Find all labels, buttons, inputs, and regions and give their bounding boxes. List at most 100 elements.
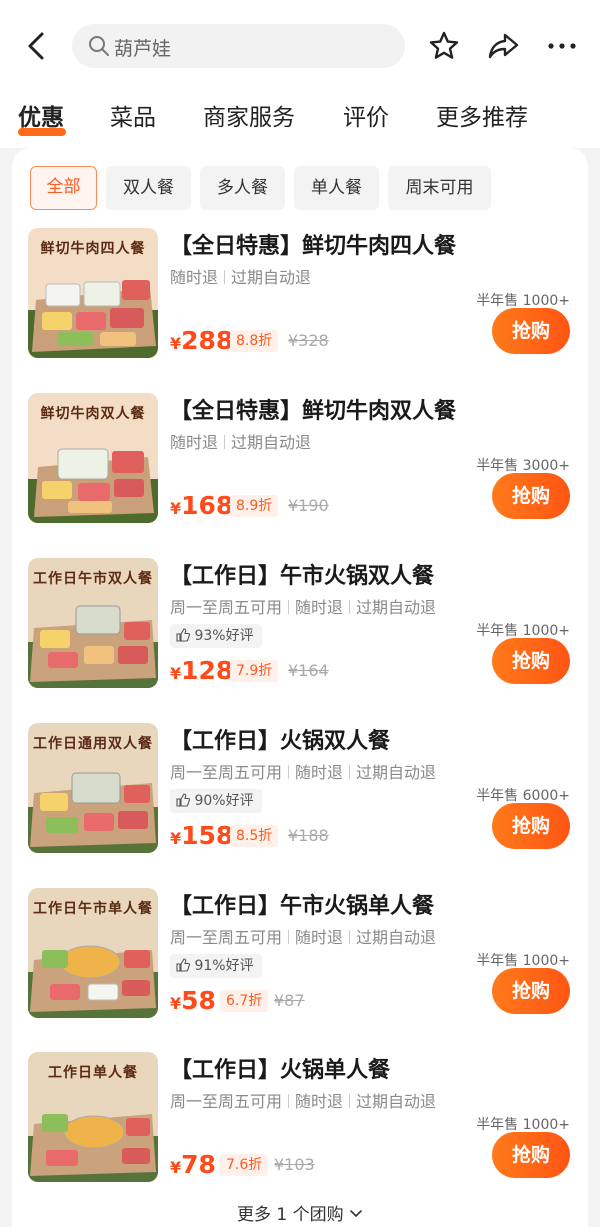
search-icon xyxy=(89,36,109,56)
deal-image: 工作日午市双人餐 xyxy=(28,558,158,688)
deal-discount-badge: 8.9折 xyxy=(230,495,279,517)
deal-original-price: ¥188 xyxy=(288,826,329,845)
deal-rating-badge: 91%好评 xyxy=(170,954,262,978)
deal-item[interactable]: 鲜切牛肉四人餐 【全日特惠】鲜切牛肉四人餐 随时退 过期自动退 半年售 1000+… xyxy=(12,228,588,368)
filter-all[interactable]: 全部 xyxy=(30,166,97,210)
deal-tag: 随时退 xyxy=(295,763,344,782)
buy-button[interactable]: 抢购 xyxy=(492,638,570,684)
favorite-button[interactable] xyxy=(426,28,462,64)
deal-rating-badge: 90%好评 xyxy=(170,789,262,813)
rating-text: 90%好评 xyxy=(194,793,254,809)
deal-discount-badge: 6.7折 xyxy=(220,990,269,1012)
more-deals-label: 更多 1 个团购 xyxy=(236,1205,344,1225)
deal-image: 鲜切牛肉四人餐 xyxy=(28,228,158,358)
tab-reviews[interactable]: 评价 xyxy=(343,98,389,132)
deal-sold-count: 半年售 1000+ xyxy=(476,953,570,969)
deal-image-caption: 工作日通用双人餐 xyxy=(33,736,153,752)
deal-discount-badge: 8.8折 xyxy=(230,330,279,352)
divider xyxy=(224,435,226,449)
buy-button[interactable]: 抢购 xyxy=(492,968,570,1014)
deal-tag: 过期自动退 xyxy=(231,268,312,287)
deal-discount-badge: 7.9折 xyxy=(230,660,279,682)
deal-tag: 过期自动退 xyxy=(356,1092,437,1111)
back-button[interactable] xyxy=(22,28,54,64)
back-arrow-icon xyxy=(28,32,44,60)
deal-sold-count: 半年售 1000+ xyxy=(476,623,570,639)
deal-title: 【工作日】火锅单人餐 xyxy=(170,1058,391,1083)
chevron-down-icon xyxy=(350,1210,362,1218)
deal-price: ¥288 xyxy=(170,326,233,355)
deal-title: 【工作日】午市火锅单人餐 xyxy=(170,894,435,919)
deal-item[interactable]: 工作日午市双人餐 【工作日】午市火锅双人餐 周一至周五可用 随时退 过期自动退 93… xyxy=(12,558,588,698)
thumbs-up-icon xyxy=(176,628,191,642)
deal-title: 【全日特惠】鲜切牛肉双人餐 xyxy=(170,399,457,424)
price-value: 78 xyxy=(181,1150,216,1179)
deal-price: ¥128 xyxy=(170,656,233,685)
price-value: 168 xyxy=(181,491,234,520)
buy-button[interactable]: 抢购 xyxy=(492,1132,570,1178)
filter-two-person[interactable]: 双人餐 xyxy=(106,166,191,210)
divider xyxy=(349,765,351,779)
deal-discount-badge: 8.5折 xyxy=(230,825,279,847)
tab-offers[interactable]: 优惠 xyxy=(18,98,64,132)
deal-item[interactable]: 工作日单人餐 【工作日】火锅单人餐 周一至周五可用 随时退 过期自动退 半年售 10… xyxy=(12,1052,588,1192)
divider xyxy=(288,600,290,614)
deal-original-price: ¥328 xyxy=(288,331,329,350)
deal-tag: 过期自动退 xyxy=(231,433,312,452)
filter-multi-person[interactable]: 多人餐 xyxy=(200,166,285,210)
deal-tags: 周一至周五可用 随时退 过期自动退 xyxy=(170,924,436,948)
buy-button[interactable]: 抢购 xyxy=(492,473,570,519)
deal-image-caption: 鲜切牛肉四人餐 xyxy=(40,241,146,257)
divider xyxy=(349,930,351,944)
deal-price: ¥78 xyxy=(170,1150,216,1179)
share-icon xyxy=(488,33,519,59)
tab-more-recommendations[interactable]: 更多推荐 xyxy=(436,98,528,132)
deal-tag: 过期自动退 xyxy=(356,928,437,947)
search-input[interactable]: 葫芦娃 xyxy=(72,24,405,68)
more-deals-button[interactable]: 更多 1 个团购 xyxy=(12,1200,588,1225)
divider xyxy=(349,600,351,614)
deal-discount-badge: 7.6折 xyxy=(220,1154,269,1176)
tab-merchant-services[interactable]: 商家服务 xyxy=(203,98,295,132)
deal-sold-count: 半年售 6000+ xyxy=(476,788,570,804)
divider xyxy=(288,1094,290,1108)
tab-dishes[interactable]: 菜品 xyxy=(110,98,156,132)
filter-single-person[interactable]: 单人餐 xyxy=(294,166,379,210)
deal-tag: 随时退 xyxy=(170,433,219,452)
deal-sold-count: 半年售 1000+ xyxy=(476,1117,570,1133)
star-icon xyxy=(429,31,459,59)
buy-button[interactable]: 抢购 xyxy=(492,308,570,354)
rating-text: 91%好评 xyxy=(194,958,254,974)
thumbs-up-icon xyxy=(176,793,191,807)
share-button[interactable] xyxy=(485,28,521,64)
deal-item[interactable]: 工作日午市单人餐 【工作日】午市火锅单人餐 周一至周五可用 随时退 过期自动退 91… xyxy=(12,888,588,1028)
price-value: 128 xyxy=(181,656,234,685)
deal-title: 【工作日】火锅双人餐 xyxy=(170,729,391,754)
currency-symbol: ¥ xyxy=(170,334,182,353)
deal-rating-badge: 93%好评 xyxy=(170,624,262,648)
divider xyxy=(288,765,290,779)
deal-tags: 随时退 过期自动退 xyxy=(170,264,311,288)
deal-original-price: ¥103 xyxy=(274,1155,315,1174)
deal-price: ¥158 xyxy=(170,821,233,850)
deal-price: ¥58 xyxy=(170,986,216,1015)
deal-tags: 周一至周五可用 随时退 过期自动退 xyxy=(170,1088,436,1112)
more-menu-button[interactable] xyxy=(544,28,580,64)
deal-image-caption: 工作日单人餐 xyxy=(48,1065,138,1081)
currency-symbol: ¥ xyxy=(170,499,182,518)
buy-button[interactable]: 抢购 xyxy=(492,803,570,849)
section-tabs: 优惠 菜品 商家服务 评价 更多推荐 xyxy=(0,92,600,148)
deal-item[interactable]: 鲜切牛肉双人餐 【全日特惠】鲜切牛肉双人餐 随时退 过期自动退 半年售 3000+… xyxy=(12,393,588,533)
deal-tags: 随时退 过期自动退 xyxy=(170,429,311,453)
divider xyxy=(288,930,290,944)
deal-sold-count: 半年售 3000+ xyxy=(476,458,570,474)
deal-image: 工作日单人餐 xyxy=(28,1052,158,1182)
more-dots-icon xyxy=(548,43,576,49)
currency-symbol: ¥ xyxy=(170,1158,182,1177)
currency-symbol: ¥ xyxy=(170,829,182,848)
deal-tag: 过期自动退 xyxy=(356,598,437,617)
filter-weekend[interactable]: 周末可用 xyxy=(388,166,491,210)
deal-image-caption: 鲜切牛肉双人餐 xyxy=(40,406,146,422)
deal-item[interactable]: 工作日通用双人餐 【工作日】火锅双人餐 周一至周五可用 随时退 过期自动退 90%好… xyxy=(12,723,588,863)
deal-image-caption: 工作日午市双人餐 xyxy=(33,571,153,587)
